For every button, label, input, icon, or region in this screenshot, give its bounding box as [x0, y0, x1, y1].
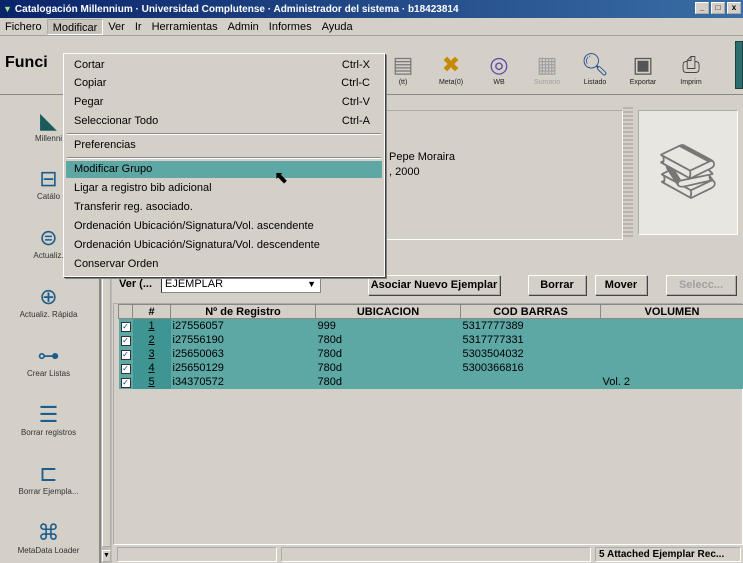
delete-items-icon: ⊏ — [39, 461, 58, 486]
menu-admin[interactable]: Admin — [223, 19, 264, 35]
modificar-menu: Cortar Ctrl-X Copiar Ctrl-C Pegar Ctrl-V Se… — [63, 53, 385, 277]
ver-label: Ver (... — [119, 278, 153, 290]
millennium-icon: ◣ — [40, 108, 57, 133]
export-button[interactable]: ▣ Exportar — [620, 43, 666, 89]
window-title: Catalogación Millennium · Universidad Co… — [14, 3, 459, 15]
menu-item-orden-descendente[interactable]: Ordenación Ubicación/Signatura/Vol. desc… — [66, 237, 382, 254]
record-button[interactable]: ▤ (tt) — [380, 43, 426, 89]
menu-informes[interactable]: Informes — [264, 19, 317, 35]
meta-button[interactable]: ✖ Meta(0) — [428, 43, 474, 89]
web-button[interactable]: ◎ WB — [476, 43, 522, 89]
toolbar-scroll-handle[interactable] — [735, 41, 743, 89]
update-icon: ⊜ — [39, 225, 58, 250]
listado-button[interactable]: 🔍︎ Listado — [572, 43, 618, 89]
items-table: # Nº de Registro UBICACION COD BARRAS VO… — [113, 303, 743, 545]
table-header-row: # Nº de Registro UBICACION COD BARRAS VO… — [118, 304, 743, 319]
create-lists-icon: ⊶ — [37, 343, 60, 368]
sidebar-item-create-lists[interactable]: ⊶ Crear Listas — [0, 332, 97, 380]
summary-button[interactable]: ▦ Sumario — [524, 43, 570, 89]
header-check — [118, 304, 133, 319]
window-titlebar: ▼ Catalogación Millennium · Universidad … — [0, 0, 743, 18]
catalog-icon: ⊟ — [39, 166, 58, 191]
menu-item-modificar-grupo[interactable]: Modificar Grupo — [66, 161, 382, 178]
asociar-ejemplar-button[interactable]: Asociar Nuevo Ejemplar — [368, 275, 500, 295]
table-row[interactable]: ✓ 4 i25650129 780d 5300366816 — [118, 360, 743, 375]
record-date: , 2000 — [389, 166, 420, 178]
statusbar: 5 Attached Ejemplar Rec... — [113, 545, 743, 563]
record-info-panel: Pepe Moraira , 2000 — [383, 110, 623, 240]
menu-item-ligar-registro[interactable]: Ligar a registro bib adicional — [66, 180, 382, 197]
seleccionar-button[interactable]: Selecc... — [666, 275, 736, 295]
table-row[interactable]: ✓ 2 i27556190 780d 5317777331 — [118, 332, 743, 347]
meta-icon: ✖ — [441, 52, 461, 77]
menubar: Fichero Modificar Ver Ir Herramientas Ad… — [0, 18, 743, 36]
row-checkbox[interactable]: ✓ — [118, 374, 133, 389]
record-icon: ▤ — [392, 52, 414, 77]
menu-item-preferencias[interactable]: Preferencias — [66, 137, 382, 154]
minimize-button[interactable]: _ — [695, 2, 709, 14]
summary-icon: ▦ — [536, 52, 558, 77]
menu-ayuda[interactable]: Ayuda — [317, 19, 358, 35]
function-title: Funci — [5, 54, 48, 71]
row-checkbox[interactable]: ✓ — [118, 360, 133, 375]
chevron-down-icon: ▼ — [307, 279, 316, 289]
sidebar-item-delete-items[interactable]: ⊏ Borrar Ejempla... — [0, 450, 97, 498]
app-icon: ▼ — [3, 4, 12, 14]
export-icon: ▣ — [632, 52, 654, 77]
status-cell-2 — [281, 547, 591, 562]
header-num[interactable]: # — [132, 304, 171, 319]
menu-ir[interactable]: Ir — [130, 19, 147, 35]
sidebar-item-delete-records[interactable]: ☰ Borrar registros — [0, 391, 97, 439]
quick-update-icon: ⊕ — [39, 284, 58, 309]
sidebar-item-quick-update[interactable]: ⊕ Actualiz. Rápida — [0, 273, 97, 321]
header-registro[interactable]: Nº de Registro — [170, 304, 316, 319]
sidebar-scroll-down[interactable]: ▼ — [102, 550, 111, 562]
sidebar-item-metadata-loader[interactable]: ⌘ MetaData Loader — [0, 509, 97, 557]
menu-item-copiar[interactable]: Copiar Ctrl-C — [66, 75, 382, 92]
print-icon: ⎙ — [682, 52, 700, 77]
menu-item-pegar[interactable]: Pegar Ctrl-V — [66, 94, 382, 111]
menu-item-transferir[interactable]: Transferir reg. asociado. — [66, 199, 382, 216]
ver-select[interactable]: EJEMPLAR ▼ — [161, 275, 321, 293]
header-volumen[interactable]: VOLUMEN — [600, 304, 743, 319]
status-cell-1 — [117, 547, 277, 562]
borrar-button[interactable]: Borrar — [528, 275, 586, 295]
menu-item-seleccionar-todo[interactable]: Seleccionar Todo Ctrl-A — [66, 113, 382, 130]
item-controls: Ver (... EJEMPLAR ▼ Asociar Nuevo Ejempl… — [113, 275, 743, 297]
row-checkbox[interactable]: ✓ — [118, 332, 133, 347]
header-cod-barras[interactable]: COD BARRAS — [460, 304, 601, 319]
maximize-button[interactable]: □ — [711, 2, 725, 14]
menu-item-conservar-orden[interactable]: Conservar Orden — [66, 256, 382, 273]
menu-modificar[interactable]: Modificar — [46, 18, 104, 35]
metadata-loader-icon: ⌘ — [37, 520, 60, 545]
menu-item-orden-ascendente[interactable]: Ordenación Ubicación/Signatura/Vol. asce… — [66, 218, 382, 235]
mouse-cursor-icon: ⬉ — [274, 168, 289, 187]
header-ubicacion[interactable]: UBICACION — [315, 304, 461, 319]
menu-herramientas[interactable]: Herramientas — [147, 19, 223, 35]
table-row[interactable]: ✓ 3 i25650063 780d 5303504032 — [118, 346, 743, 361]
menu-fichero[interactable]: Fichero — [0, 19, 47, 35]
table-row[interactable]: ✓ 5 i34370572 780d Vol. 2 — [118, 374, 743, 389]
delete-records-icon: ☰ — [38, 402, 59, 427]
web-icon: ◎ — [489, 52, 509, 77]
row-checkbox[interactable]: ✓ — [118, 346, 133, 361]
menu-item-cortar[interactable]: Cortar Ctrl-X — [66, 57, 382, 74]
row-checkbox[interactable]: ✓ — [118, 318, 133, 333]
menu-ver[interactable]: Ver — [103, 19, 130, 35]
panel-splitter[interactable] — [623, 107, 633, 237]
print-button[interactable]: ⎙ Imprim — [668, 43, 714, 89]
status-attached-count: 5 Attached Ejemplar Rec... — [595, 547, 741, 562]
books-icon: 📚︎ — [653, 142, 723, 202]
search-icon: 🔍︎ — [581, 52, 609, 77]
table-row[interactable]: ✓ 1 i27556057 999 5317777389 — [118, 318, 743, 333]
mover-button[interactable]: Mover — [595, 275, 647, 295]
menu-separator — [67, 133, 381, 135]
close-button[interactable]: x — [727, 2, 741, 14]
menu-separator — [67, 157, 381, 159]
record-author: Pepe Moraira — [389, 151, 456, 163]
window-controls: _ □ x — [695, 2, 741, 14]
record-image: 📚︎ — [638, 110, 738, 235]
